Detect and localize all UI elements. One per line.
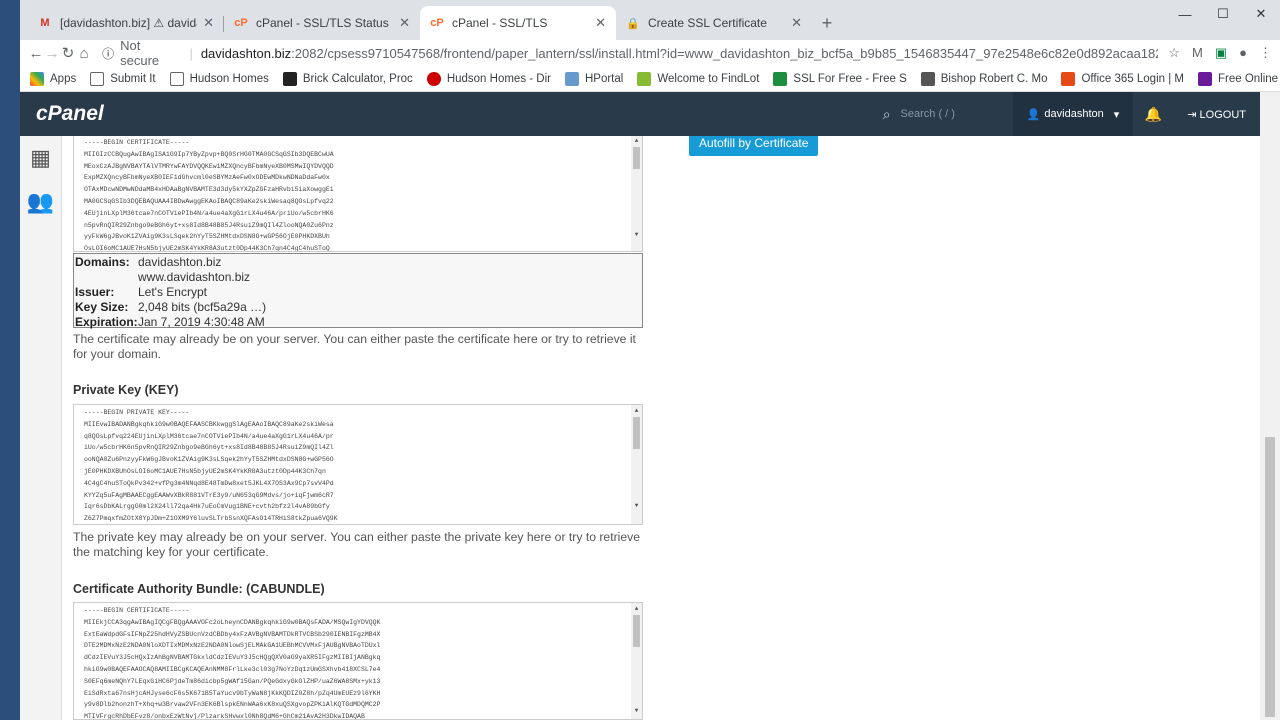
search-icon: ⌕	[882, 105, 891, 122]
user-menu[interactable]: 👤 davidashton ▾	[1012, 92, 1134, 136]
logout-button[interactable]: ⇥ LOGOUT	[1173, 108, 1260, 121]
bookmarks-bar: Apps Submit It Hudson Homes Brick Calcul…	[20, 66, 1280, 92]
certificate-textarea[interactable]: -----BEGIN CERTIFICATE----- MIIGIzCCBQugA…	[73, 136, 643, 252]
forward-button[interactable]: →	[44, 45, 60, 62]
bookmark-apps[interactable]: Apps	[30, 71, 76, 86]
browser-window: M [davidashton.biz] ⚠ davidashton ✕ cP c…	[20, 0, 1280, 720]
chevron-down-icon: ▾	[1113, 108, 1120, 121]
certificate-details: Domains: davidashton.biz www.davidashton.…	[73, 253, 643, 329]
bookmark-item[interactable]: Office 365 Login | M	[1061, 71, 1184, 86]
cpanel-logo[interactable]: cPanel	[36, 102, 104, 126]
textarea-line: OTAxMDcwNDMwNDdaMB4xHDAaBgNVBAMTE3d3dy5k…	[84, 186, 334, 194]
textarea-line: Z6Z7PmqxfmZOtX8YpJDm+Z1OXM9Y6luvSLTrbSsn…	[84, 515, 338, 523]
close-tab-icon[interactable]: ✕	[791, 15, 802, 31]
textarea-line: MIIGIzCCBQugAwIBAgISA1G9Ip7YByZpvp+BQ0Sr…	[84, 150, 334, 158]
certificate-help-text: The certificate may already be on your s…	[73, 332, 636, 361]
textarea-line: KYYZq5uFAgMBAAECggEAAWvXBkR881VTrE3y9/uN…	[84, 491, 334, 499]
lock-icon: 🔒	[626, 17, 640, 30]
new-tab-button[interactable]: +	[812, 6, 842, 40]
tab-strip: M [davidashton.biz] ⚠ davidashton ✕ cP c…	[20, 0, 1280, 40]
address-bar-row: ← → ↻ ⌂ ⓘ Not secure | davidashton.biz :…	[20, 38, 1280, 68]
textarea-line: dCdzIEVuY3J5cHQxIzAhBgNVBAMTGkxldCdzIEVu…	[84, 654, 381, 662]
textarea-line: Iqr6sDbKALrggG0ml2X24ll72qa4Hk7uEoCmVug1…	[84, 503, 330, 511]
cpanel-icon: cP	[234, 17, 248, 29]
bookmark-item[interactable]: Brick Calculator, Proc	[282, 71, 413, 86]
private-key-label: Private Key (KEY)	[73, 383, 179, 397]
textarea-line: DTE2MDMxNzE2NDA0NloXDTIxMDMxNzE2NDA0Nlow…	[84, 642, 381, 650]
textarea-line: 4EUjinLXplM36tcae7nCOTViePIb4N/a4ue4aXgG…	[84, 209, 334, 217]
bookmark-item[interactable]: Hudson Homes	[169, 71, 269, 86]
textarea-line: q8QOsLpfvq224EUjinLXplM36tcae7nCOTViePIb…	[84, 432, 334, 440]
textarea-line: MIIEkjCCA3qgAwIBAgIQCgFBQgAAAVOFc2oLheyn…	[84, 618, 381, 626]
bookmark-item[interactable]: Submit It	[90, 71, 156, 86]
users-icon[interactable]: 👥	[20, 180, 61, 224]
avatar[interactable]: ●	[1239, 45, 1247, 61]
cpanel-header: cPanel ⌕ Search ( / ) 👤 davidashton ▾ 🔔 …	[20, 92, 1260, 136]
extension-icon[interactable]: ▣	[1215, 45, 1227, 61]
bookmark-item[interactable]: HPortal	[564, 71, 623, 86]
close-window-button[interactable]: ✕	[1242, 0, 1280, 28]
textarea-line: 4C4gC4huSToQkPv342+vfPg3m4NNqd8E48TmDw8x…	[84, 479, 334, 487]
scrollbar[interactable]: ▲ ▼	[631, 405, 642, 524]
page-scrollbar[interactable]	[1260, 92, 1280, 720]
bookmark-item[interactable]: Free Online Video Co	[1198, 71, 1280, 86]
private-key-help-text: The private key may already be on your s…	[73, 530, 641, 559]
main-content: -----BEGIN CERTIFICATE----- MIIGIzCCBQugA…	[62, 136, 1260, 720]
bookmark-item[interactable]: Bishop Robert C. Mo	[920, 71, 1047, 86]
menu-icon[interactable]: ⋮	[1259, 45, 1272, 61]
bookmark-item[interactable]: Welcome to FindLot	[637, 71, 759, 86]
textarea-line: OsLOI6oMC1AUE7HsN5bjyUE2mSK4YkKR8A3utzt0…	[84, 245, 330, 252]
textarea-line: -----BEGIN CERTIFICATE-----	[84, 607, 190, 614]
scrollbar[interactable]: ▲ ▼	[631, 136, 642, 251]
tab-create-ssl[interactable]: 🔒 Create SSL Certificate ✕	[616, 6, 812, 40]
search-input[interactable]: ⌕ Search ( / )	[873, 92, 1008, 136]
bookmark-item[interactable]: Hudson Homes - Dir	[426, 71, 551, 86]
textarea-line: MA0GCSqGSIb3DQEBAQUAA4IBDwAwggEKAoIBAQC8…	[84, 197, 334, 205]
cpanel-icon: cP	[430, 17, 444, 29]
textarea-line: n5pvRnQIR29Znbgo9eBGh6yt+xs8Id8B48B85J4R…	[84, 221, 334, 229]
textarea-line: ExtEaWdpdGFsIFNpZ25hdHVyZSBUcnVzdCBDby4x…	[84, 630, 381, 638]
grid-icon[interactable]: ▦	[20, 136, 61, 180]
private-key-textarea[interactable]: -----BEGIN PRIVATE KEY----- MIIEvwIBADANB…	[73, 404, 643, 525]
bookmark-item[interactable]: SSL For Free - Free S	[773, 71, 907, 86]
close-tab-icon[interactable]: ✕	[595, 15, 606, 31]
cabundle-label: Certificate Authority Bundle: (CABUNDLE)	[73, 582, 325, 596]
maximize-button[interactable]: ☐	[1204, 0, 1242, 28]
bookmark-star-icon[interactable]: ☆	[1168, 45, 1180, 61]
tab-gmail[interactable]: M [davidashton.biz] ⚠ davidashton ✕	[28, 6, 224, 40]
textarea-line: -----BEGIN CERTIFICATE-----	[84, 139, 190, 146]
textarea-line: MEoxCzAJBgNVBAYTAlVTMRYwFAYDVQQKEw1MZXQn…	[84, 162, 334, 170]
close-tab-icon[interactable]: ✕	[399, 15, 410, 31]
textarea-line: ExpMZXQncyBFbmNyeXB0IEF1dGhvcml0eSBYMzAe…	[84, 174, 330, 182]
textarea-line: EiSdRxta67nsHjcAHJyse6cF6s5K671B5TaYucv9…	[84, 689, 381, 697]
tab-ssl-status[interactable]: cP cPanel - SSL/TLS Status ✕	[224, 6, 420, 40]
textarea-line: yyFkW6gJBvoK1ZVAig9K3sLSqek2hYyT5SZHMtdx…	[84, 233, 330, 241]
textarea-line: iUo/w5cbrHK6n5pvRnQIR29Znbgo9eBGh6yt+xs8…	[84, 444, 334, 452]
close-tab-icon[interactable]: ✕	[203, 15, 214, 31]
tab-ssl-tls[interactable]: cP cPanel - SSL/TLS ✕	[420, 6, 616, 40]
url-bar[interactable]: ⓘ Not secure | davidashton.biz :2082/cps…	[98, 38, 1158, 68]
autofill-by-certificate-button[interactable]: Autofill by Certificate	[689, 136, 819, 156]
scrollbar[interactable]: ▲ ▼	[631, 603, 642, 719]
textarea-line: MTIVFrgcRhDbEFvz8/onbxEzWtNvj/PlzarkSHvw…	[84, 713, 365, 720]
extension-icon[interactable]: M	[1192, 45, 1203, 61]
reload-button[interactable]: ↻	[60, 44, 76, 62]
textarea-line: hkiG9w0BAQEFAAOCAQ8AMIIBCgKCAQEAnNMM8Frl…	[84, 665, 381, 673]
textarea-line: ooNQA0Zu6PnzyyFkW6gJBvoK1ZVAig9K3sLSqek2…	[84, 456, 334, 464]
gmail-icon: M	[40, 17, 50, 29]
textarea-line: S0EFq6meNQhY7LEqxGiHC6PjdeTm86dicbp5gWAf…	[84, 677, 381, 685]
textarea-line: jE0PHKDXBUhOsLOI6oMC1AUE7HsN5bjyUE2mSK4Y…	[84, 467, 326, 475]
user-icon: 👤	[1026, 108, 1041, 121]
desktop-background	[0, 0, 20, 720]
textarea-line: y9v8Dlb2honzhT+Xhq+w3Brvaw2VFn3EK6BlspkE…	[84, 701, 381, 709]
cabundle-textarea[interactable]: -----BEGIN CERTIFICATE----- MIIEkjCCA3qgA…	[73, 602, 643, 720]
cpanel-sidebar: ▦ 👥	[20, 136, 62, 720]
back-button[interactable]: ←	[28, 45, 44, 62]
home-button[interactable]: ⌂	[76, 45, 92, 62]
minimize-button[interactable]: —	[1166, 0, 1204, 28]
textarea-line: MIIEvwIBADANBgkqhkiG9w0BAQEFAASCBKkwggSl…	[84, 420, 334, 428]
bell-icon[interactable]: 🔔	[1133, 106, 1173, 123]
textarea-line: -----BEGIN PRIVATE KEY-----	[84, 409, 190, 416]
info-icon[interactable]: ⓘ	[102, 45, 114, 62]
